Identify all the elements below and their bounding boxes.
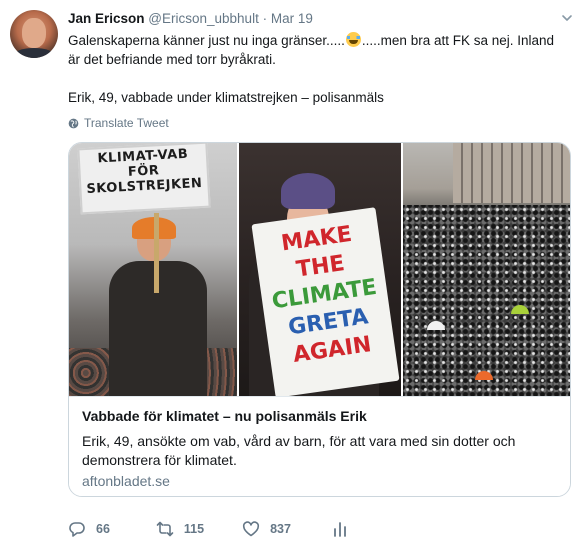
avatar-face xyxy=(22,18,46,48)
avatar-shirt xyxy=(14,48,54,58)
card-image-father: KLIMAT-VAB FÖR SKOLSTREJKEN xyxy=(69,143,237,396)
like-button[interactable]: 837 xyxy=(242,520,291,538)
purple-hat xyxy=(281,173,335,209)
large-crowd xyxy=(403,205,570,396)
tweet-line-4: Erik, 49, vabbade under klimatstrejken –… xyxy=(68,90,384,105)
heart-icon xyxy=(243,521,260,537)
make-the-climate-greta-again-sign: MAKE THE CLIMATE GRETA AGAIN xyxy=(251,207,400,396)
translate-label[interactable]: Translate Tweet xyxy=(84,116,169,130)
link-card[interactable]: KLIMAT-VAB FÖR SKOLSTREJKEN MAKE THE CLI… xyxy=(68,142,571,497)
retweet-count: 115 xyxy=(183,522,205,536)
card-image-protester: MAKE THE CLIMATE GRETA AGAIN xyxy=(239,143,401,396)
reply-button[interactable]: 66 xyxy=(68,520,110,538)
reply-icon xyxy=(69,522,85,537)
retweet-button[interactable]: 115 xyxy=(156,520,204,538)
klimat-vab-sign: KLIMAT-VAB FÖR SKOLSTREJKEN xyxy=(77,143,211,215)
building-facade xyxy=(453,143,570,203)
card-body[interactable]: Vabbade för klimatet – nu polisanmäls Er… xyxy=(69,396,570,496)
reply-count: 66 xyxy=(96,522,110,536)
card-domain[interactable]: aftonbladet.se xyxy=(82,473,170,489)
tweet-line-2: är det befriande med torr byråkrati. xyxy=(68,52,276,67)
chevron-down-icon[interactable] xyxy=(561,12,573,24)
card-description: Erik, 49, ansökte om vab, vård av barn, … xyxy=(82,433,516,468)
tweet-line-1: Galenskaperna känner just nu inga gränse… xyxy=(68,31,568,50)
tweet-text: Galenskaperna känner just nu inga gränse… xyxy=(68,31,568,107)
retweet-icon xyxy=(156,521,174,537)
tweet-text-part-a: Galenskaperna känner just nu inga gränse… xyxy=(68,33,345,48)
avatar[interactable] xyxy=(10,10,58,58)
translate-tweet-link[interactable]: Translate Tweet xyxy=(68,116,169,130)
tweet-text-part-b: .....men bra att FK sa nej. Inland xyxy=(361,33,555,48)
card-images[interactable]: KLIMAT-VAB FÖR SKOLSTREJKEN MAKE THE CLI… xyxy=(69,143,570,396)
tweet-actions: 66 115 837 xyxy=(68,519,349,539)
sign-stick xyxy=(154,213,159,293)
analytics-icon xyxy=(334,522,346,537)
tweet-header: Jan Ericson @Ericson_ubbhult · Mar 19 xyxy=(68,11,313,26)
face-with-tears-of-joy-icon xyxy=(345,32,361,47)
separator-dot: · xyxy=(262,11,268,26)
analytics-button[interactable] xyxy=(331,520,349,538)
globe-icon xyxy=(68,118,79,128)
author-handle[interactable]: @Ericson_ubbhult xyxy=(148,11,259,26)
like-count: 837 xyxy=(270,522,291,536)
card-image-crowd xyxy=(403,143,570,396)
tweet-date[interactable]: Mar 19 xyxy=(271,11,313,26)
tweet[interactable]: Jan Ericson @Ericson_ubbhult · Mar 19 Ga… xyxy=(0,0,581,546)
author-name[interactable]: Jan Ericson xyxy=(68,11,145,26)
card-title[interactable]: Vabbade för klimatet – nu polisanmäls Er… xyxy=(82,408,367,424)
